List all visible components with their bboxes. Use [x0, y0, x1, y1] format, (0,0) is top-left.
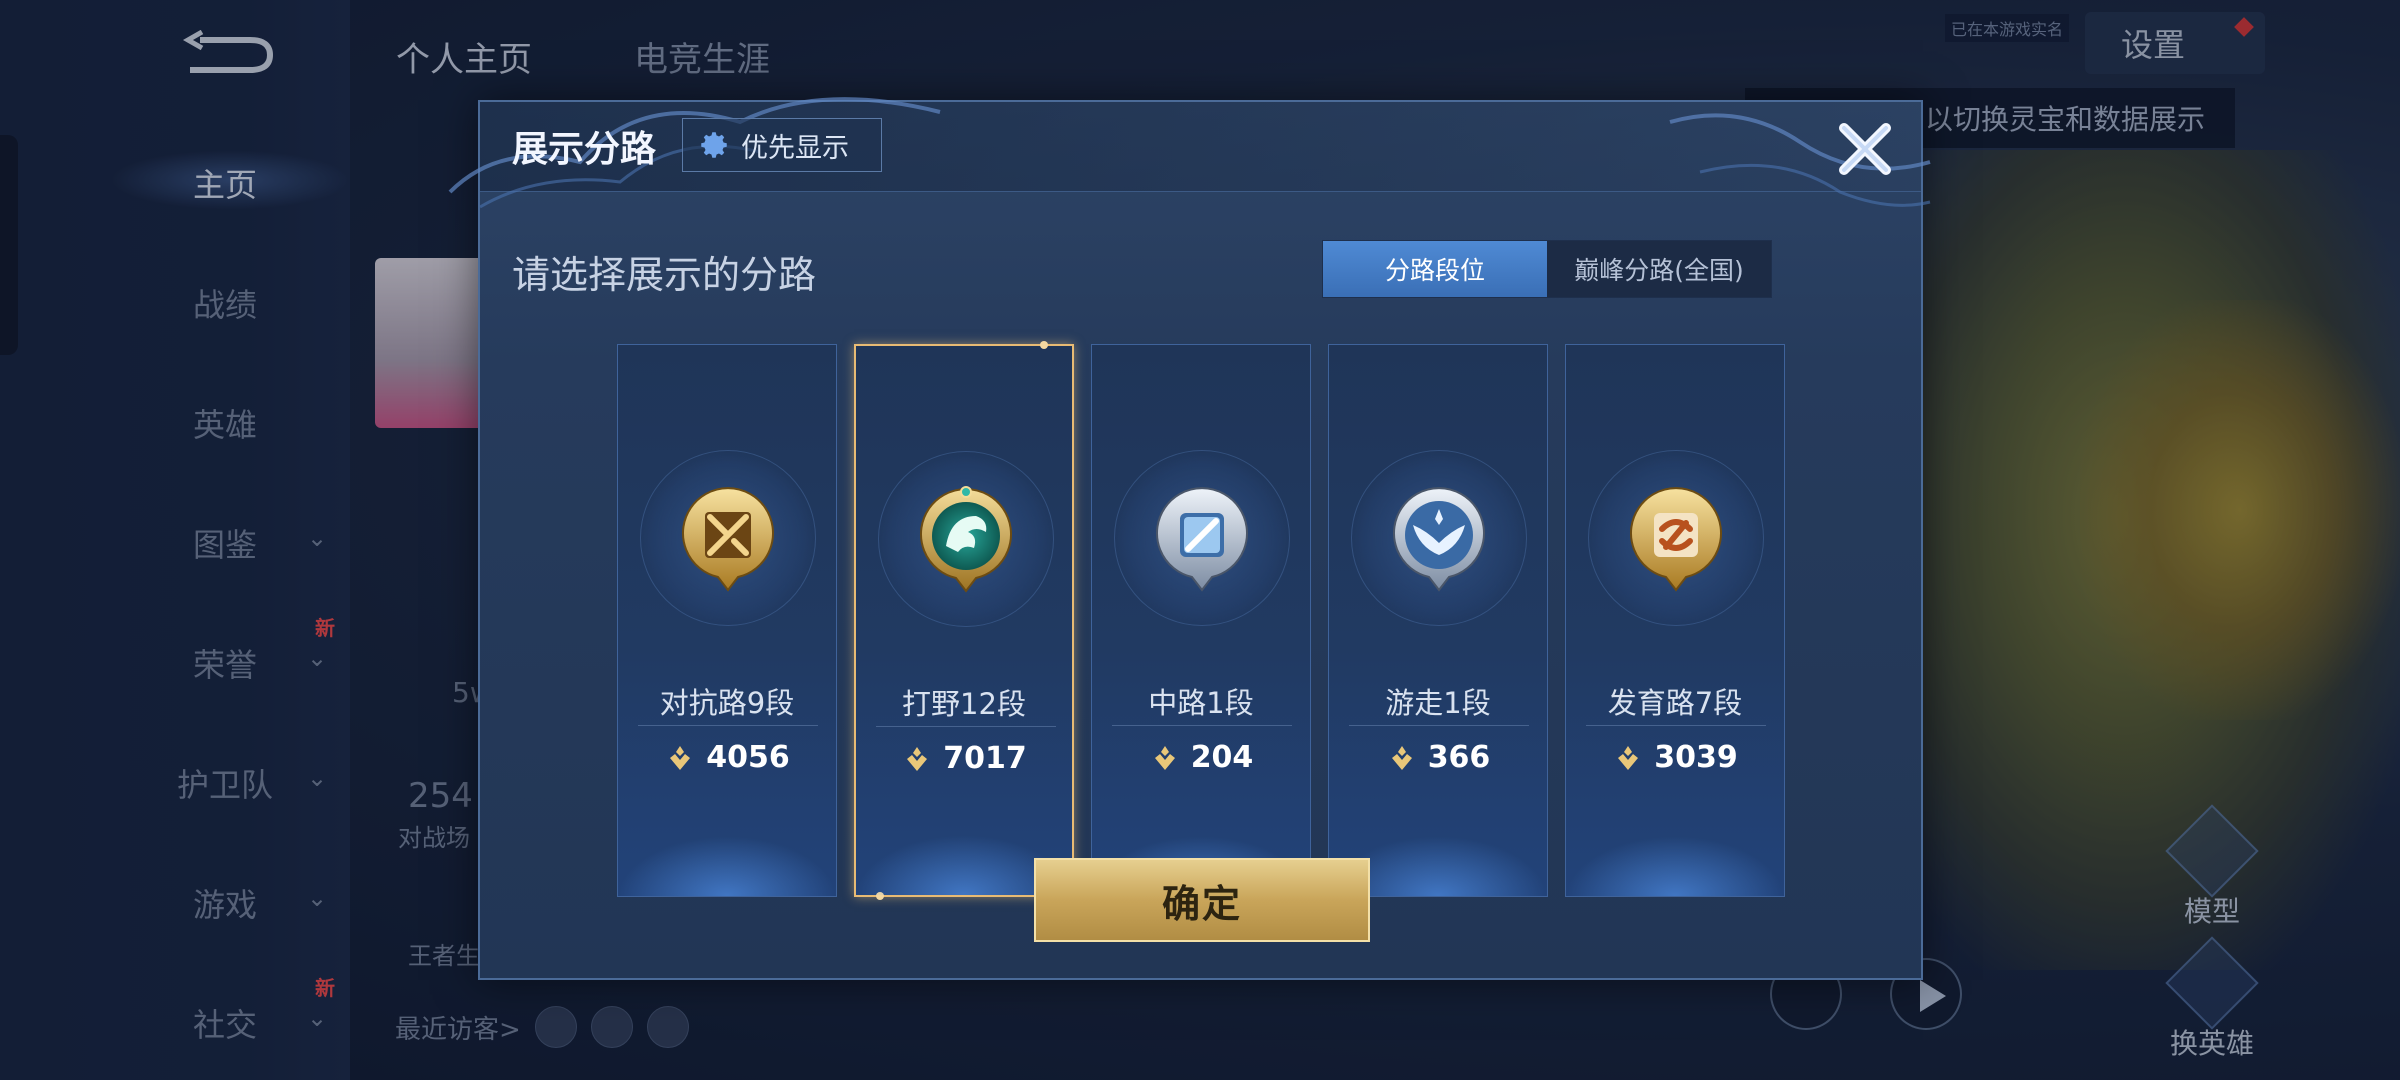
- lane-card-jungle[interactable]: 打野12段 7017: [854, 341, 1074, 900]
- divider: [1349, 725, 1529, 726]
- confirm-label: 确定: [1161, 881, 1242, 926]
- lane-name: 打野12段: [902, 687, 1026, 721]
- lane-name: 游走1段: [1385, 686, 1491, 720]
- lane-score: 204: [1092, 740, 1310, 775]
- lane-score-value: 3039: [1654, 740, 1738, 775]
- confirm-button[interactable]: 确定: [1034, 858, 1370, 942]
- lane-mode-toggle: 分路段位 巅峰分路(全国): [1322, 240, 1772, 298]
- card-glow: [1566, 836, 1784, 896]
- dialog-subtitle: 请选择展示的分路: [512, 253, 817, 297]
- lane-score-value: 4056: [706, 740, 790, 775]
- score-icon: [670, 745, 691, 770]
- close-button[interactable]: [1830, 114, 1900, 184]
- lane-score-value: 7017: [943, 741, 1027, 776]
- divider: [1586, 725, 1766, 726]
- lane-card-roam[interactable]: 游走1段 366: [1328, 344, 1548, 897]
- toggle-lane-rank[interactable]: 分路段位: [1323, 241, 1547, 297]
- lane-card-list: 对抗路9段 4056 打野12段 7017 中路1段 204 游走1段 366 …: [617, 341, 1787, 900]
- close-icon: [1839, 123, 1891, 175]
- lane-score: 7017: [856, 741, 1072, 776]
- score-icon: [1391, 745, 1412, 770]
- lane-name: 中路1段: [1148, 686, 1254, 720]
- score-icon: [1618, 745, 1639, 770]
- arrow-badge-icon: [1626, 485, 1726, 595]
- lane-score-value: 366: [1427, 740, 1491, 775]
- score-icon: [907, 746, 928, 771]
- lane-name: 对抗路9段: [659, 686, 795, 720]
- priority-display-label: 优先显示: [741, 132, 849, 164]
- lane-card-mid[interactable]: 中路1段 204: [1091, 344, 1311, 897]
- wand-badge-icon: [1152, 485, 1252, 595]
- lane-name: 发育路7段: [1607, 686, 1743, 720]
- toggle-peak-lane[interactable]: 巅峰分路(全国): [1547, 241, 1771, 297]
- lane-score-value: 204: [1190, 740, 1254, 775]
- lane-card-clash[interactable]: 对抗路9段 4056: [617, 344, 837, 897]
- divider: [876, 726, 1056, 727]
- card-glow: [618, 836, 836, 896]
- score-icon: [1154, 745, 1175, 770]
- lane-score: 4056: [618, 740, 836, 775]
- lane-score: 3039: [1566, 740, 1784, 775]
- corner-dot: [1040, 341, 1048, 349]
- dragon-badge-icon: [916, 486, 1016, 596]
- divider: [638, 725, 818, 726]
- lane-card-farm[interactable]: 发育路7段 3039: [1565, 344, 1785, 897]
- lane-score: 366: [1329, 740, 1547, 775]
- sword-badge-icon: [678, 485, 778, 595]
- dialog-title: 展示分路: [512, 129, 657, 170]
- wings-badge-icon: [1389, 485, 1489, 595]
- lane-display-dialog: 展示分路 优先显示 请选择展示的分路 分路段位 巅峰分路(全国) 对抗路9段 4…: [448, 97, 1931, 980]
- gear-icon: [701, 132, 727, 158]
- priority-display-button[interactable]: 优先显示: [682, 118, 882, 172]
- divider: [1112, 725, 1292, 726]
